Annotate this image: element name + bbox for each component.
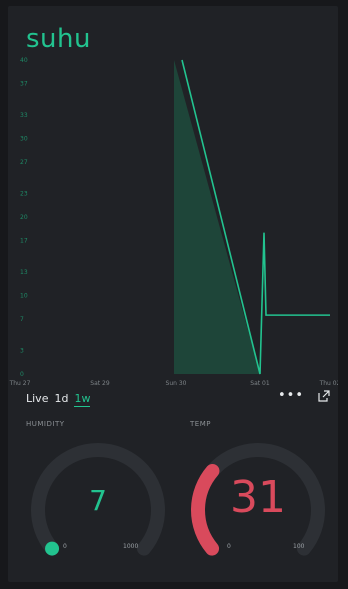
y-tick-label: 30 <box>20 136 28 143</box>
range-live[interactable]: Live <box>26 392 48 405</box>
x-tick-label: Thu 02 <box>319 380 338 387</box>
y-tick-label: 7 <box>20 316 24 323</box>
suhu-chart[interactable]: 40 37 33 30 27 23 20 17 13 10 7 3 0 Thu 27 Sat 29 Sun 3… <box>8 52 338 390</box>
y-tick-label: 23 <box>20 190 28 197</box>
humidity-gauge-label: HUMIDITY <box>26 420 65 428</box>
x-tick-label: Sun 30 <box>166 380 187 387</box>
series-area <box>174 60 260 374</box>
chart-actions: ••• <box>278 389 330 402</box>
y-tick-label: 10 <box>20 293 28 300</box>
humidity-min: 0 <box>63 543 67 550</box>
x-tick-label: Sat 29 <box>90 380 110 387</box>
y-tick-label: 0 <box>20 371 24 378</box>
dashboard: suhu 40 37 33 30 27 23 20 17 13 10 7 3 0 Thu 27 Sat 29… <box>8 6 338 582</box>
range-1d[interactable]: 1d <box>54 392 68 405</box>
y-tick-label: 20 <box>20 214 28 221</box>
range-1w[interactable]: 1w <box>74 392 91 407</box>
temp-max: 100 <box>293 543 305 550</box>
gauge-fill <box>45 541 60 556</box>
temp-min: 0 <box>227 543 231 550</box>
y-tick-label: 3 <box>20 347 24 354</box>
range-selector: Live 1d 1w <box>26 392 91 407</box>
gauge-fill <box>191 463 220 556</box>
y-tick-label: 37 <box>20 81 28 88</box>
y-tick-label: 27 <box>20 159 28 166</box>
y-tick-label: 13 <box>20 269 28 276</box>
temp-value: 31 <box>230 472 286 523</box>
y-tick-label: 40 <box>20 57 28 64</box>
share-icon[interactable] <box>318 390 330 402</box>
page-title: suhu <box>26 24 91 54</box>
x-tick-label: Sat 01 <box>250 380 270 387</box>
more-icon[interactable]: ••• <box>278 389 304 402</box>
humidity-value: 7 <box>89 484 107 517</box>
temp-gauge-label: TEMP <box>190 420 211 428</box>
x-tick-label: Thu 27 <box>9 380 31 387</box>
y-tick-label: 33 <box>20 112 28 119</box>
humidity-max: 1000 <box>123 543 139 550</box>
chart-svg: 40373330272320171310730Thu 27 Sat 29 Sun 3… <box>9 57 338 387</box>
y-tick-label: 17 <box>20 238 28 245</box>
